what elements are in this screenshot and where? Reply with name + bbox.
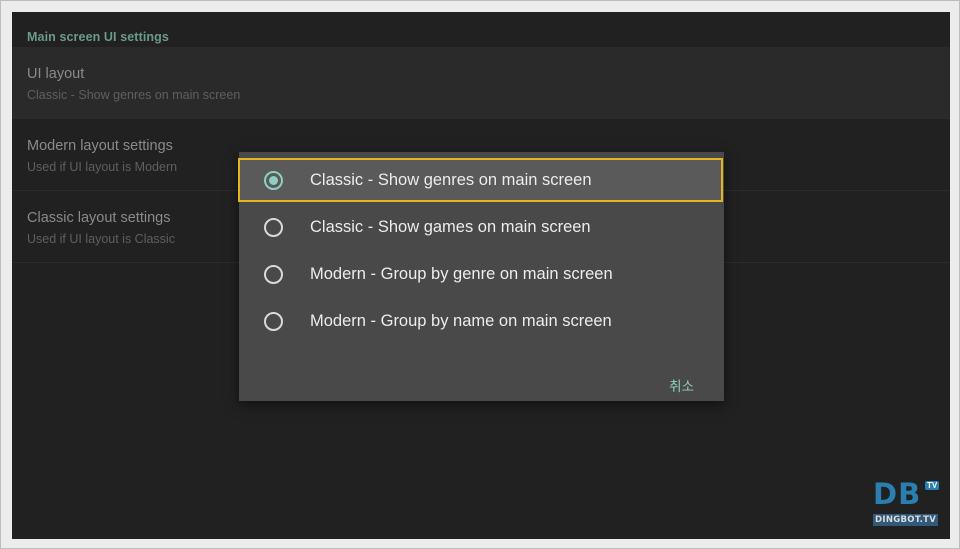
ui-layout-dialog: Classic - Show genres on main screen Cla…: [238, 152, 724, 401]
watermark-tv-badge: TV: [925, 481, 940, 490]
radio-unchecked-icon: [264, 218, 283, 237]
tv-screen: Main screen UI settings UI layout Classi…: [12, 12, 950, 539]
watermark-site: DINGBOT.TV: [873, 514, 939, 526]
option-classic-genres[interactable]: Classic - Show genres on main screen: [238, 158, 723, 202]
radio-unchecked-icon: [264, 265, 283, 284]
option-label: Modern - Group by name on main screen: [310, 312, 612, 330]
watermark-logo: DB TV DINGBOT.TV: [873, 477, 947, 531]
option-modern-name[interactable]: Modern - Group by name on main screen: [239, 299, 724, 344]
option-label: Modern - Group by genre on main screen: [310, 265, 613, 283]
option-modern-genre[interactable]: Modern - Group by genre on main screen: [239, 252, 724, 297]
radio-checked-icon: [264, 171, 283, 190]
cancel-button[interactable]: 취소: [669, 375, 694, 395]
option-label: Classic - Show games on main screen: [310, 218, 591, 236]
radio-unchecked-icon: [264, 312, 283, 331]
watermark-db: DB: [873, 477, 922, 511]
option-label: Classic - Show genres on main screen: [310, 171, 592, 189]
option-classic-games[interactable]: Classic - Show games on main screen: [239, 205, 724, 250]
screenshot-frame: Main screen UI settings UI layout Classi…: [0, 0, 960, 549]
